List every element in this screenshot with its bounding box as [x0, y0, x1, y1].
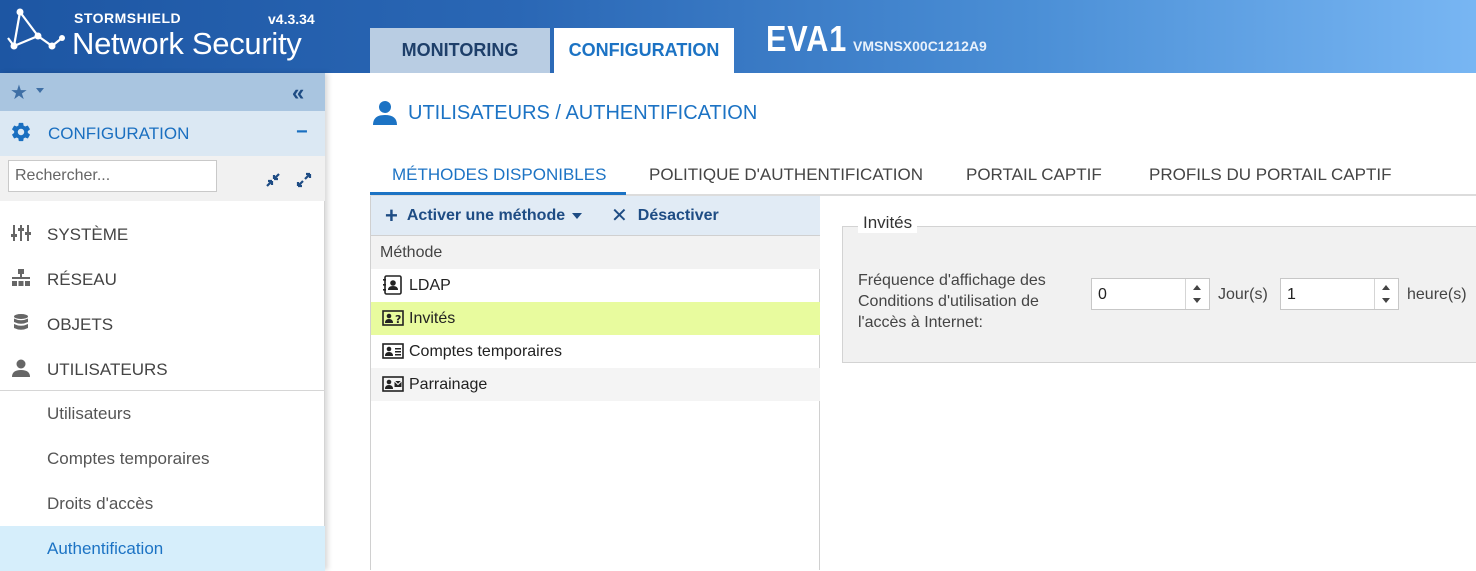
sidebar-item-network[interactable]: RÉSEAU	[0, 256, 325, 301]
sidebar-item-label: SYSTÈME	[47, 225, 129, 244]
configuration-section-header[interactable]: CONFIGURATION −	[0, 111, 325, 156]
methods-panel: + Activer une méthode ✕ Désactiver Métho…	[370, 196, 820, 570]
guest-card-icon: ?	[382, 310, 404, 326]
deactivate-button[interactable]: ✕ Désactiver	[611, 206, 719, 226]
sidebar-subitem-temporary-accounts[interactable]: Comptes temporaires	[0, 436, 325, 481]
days-stepper[interactable]: 0	[1091, 278, 1210, 310]
method-label: Comptes temporaires	[409, 343, 562, 360]
network-icon	[12, 269, 30, 286]
chevron-up-icon[interactable]	[1193, 285, 1201, 290]
gear-icon	[12, 122, 30, 142]
sponsor-card-icon	[382, 376, 404, 392]
table-column-header[interactable]: Méthode	[371, 236, 820, 269]
column-header-method: Méthode	[380, 244, 443, 261]
star-icon[interactable]: ★	[10, 80, 28, 105]
product-name: Network Security	[72, 26, 302, 61]
hours-unit-label: heure(s)	[1407, 286, 1467, 303]
database-icon	[14, 314, 28, 330]
hours-spinner[interactable]	[1374, 279, 1398, 309]
top-header: STORMSHIELD v4.3.34 Network Security MON…	[0, 0, 1476, 73]
methods-toolbar: + Activer une méthode ✕ Désactiver	[371, 196, 820, 236]
double-chevron-left-icon[interactable]: «	[292, 80, 304, 106]
table-row[interactable]: LDAP	[371, 269, 820, 302]
sidebar-subitem-label: Droits d'accès	[47, 494, 154, 513]
sidebar-item-system[interactable]: SYSTÈME	[0, 211, 325, 256]
sidebar-subitem-authentication[interactable]: Authentification	[0, 526, 325, 571]
sidebar-subitem-label: Utilisateurs	[47, 404, 132, 423]
search-row	[0, 156, 325, 201]
deactivate-label: Désactiver	[637, 207, 719, 224]
sidebar-subitem-label: Comptes temporaires	[47, 449, 210, 468]
sidebar-item-objects[interactable]: OBJETS	[0, 301, 325, 346]
user-icon	[373, 101, 397, 125]
device-serial: VMSNSX00C1212A9	[853, 38, 987, 54]
configuration-section-title: CONFIGURATION	[48, 124, 190, 143]
favorites-bar: ★ «	[0, 73, 325, 111]
frequency-label: Fréquence d'affichage des Conditions d'u…	[858, 272, 1046, 331]
table-row[interactable]: Comptes temporaires	[371, 335, 820, 368]
caret-down-icon[interactable]	[36, 88, 44, 93]
sidebar-item-users[interactable]: UTILISATEURS	[0, 346, 325, 391]
tab-monitoring[interactable]: MONITORING	[370, 28, 550, 73]
page-title: UTILISATEURS / AUTHENTIFICATION	[408, 102, 758, 124]
svg-text:?: ?	[395, 313, 401, 326]
chevron-down-icon[interactable]	[1193, 298, 1201, 303]
chevron-down-icon[interactable]	[1382, 298, 1390, 303]
method-label: LDAP	[409, 277, 451, 294]
user-icon	[12, 359, 30, 377]
sliders-icon	[11, 225, 31, 241]
hours-value[interactable]: 1	[1287, 286, 1296, 304]
plus-icon: +	[385, 203, 398, 228]
chevron-up-icon[interactable]	[1382, 285, 1390, 290]
sidebar-subitem-users[interactable]: Utilisateurs	[0, 391, 325, 436]
sidebar-item-label: UTILISATEURS	[47, 360, 168, 379]
id-card-icon	[382, 343, 404, 359]
sidebar-subitem-access-rights[interactable]: Droits d'accès	[0, 481, 325, 526]
close-icon: ✕	[611, 205, 628, 227]
days-spinner[interactable]	[1185, 279, 1209, 309]
table-row[interactable]: ? Invités	[371, 302, 820, 335]
stormshield-logo-icon	[7, 8, 65, 50]
tab-configuration[interactable]: CONFIGURATION	[554, 28, 734, 73]
collapse-all-icon[interactable]	[265, 172, 281, 188]
sidebar-item-label: RÉSEAU	[47, 270, 117, 289]
days-unit-label: Jour(s)	[1218, 286, 1268, 303]
tab-captive-portal[interactable]: PORTAIL CAPTIF	[966, 165, 1102, 185]
version-label: v4.3.34	[268, 11, 315, 27]
sidebar: ★ « CONFIGURATION − SYSTÈME RÉSEAU	[0, 73, 325, 571]
active-tab-indicator	[370, 192, 626, 195]
expand-all-icon[interactable]	[296, 172, 312, 188]
tab-authentication-policy[interactable]: POLITIQUE D'AUTHENTIFICATION	[649, 165, 923, 185]
sidebar-subitem-label: Authentification	[47, 539, 164, 558]
activate-method-label: Activer une méthode	[406, 207, 566, 224]
tab-captive-portal-profiles[interactable]: PROFILS DU PORTAIL CAPTIF	[1149, 165, 1391, 185]
collapse-section-icon[interactable]: −	[296, 121, 308, 144]
days-value[interactable]: 0	[1098, 286, 1107, 304]
activate-method-button[interactable]: + Activer une méthode	[385, 203, 583, 228]
hours-stepper[interactable]: 1	[1280, 278, 1399, 310]
brand-name: STORMSHIELD	[74, 10, 182, 26]
search-input[interactable]	[8, 160, 217, 192]
table-row[interactable]: Parrainage	[371, 368, 820, 401]
method-label: Invités	[409, 310, 456, 327]
caret-down-icon	[572, 213, 583, 219]
tab-available-methods[interactable]: MÉTHODES DISPONIBLES	[392, 165, 606, 185]
device-name: EVA1	[766, 18, 848, 59]
address-book-icon	[383, 275, 402, 295]
method-label: Parrainage	[409, 376, 488, 393]
guests-legend: Invités	[858, 213, 918, 233]
tab-bar: MÉTHODES DISPONIBLES POLITIQUE D'AUTHENT…	[370, 155, 1476, 196]
sidebar-item-label: OBJETS	[47, 315, 114, 334]
